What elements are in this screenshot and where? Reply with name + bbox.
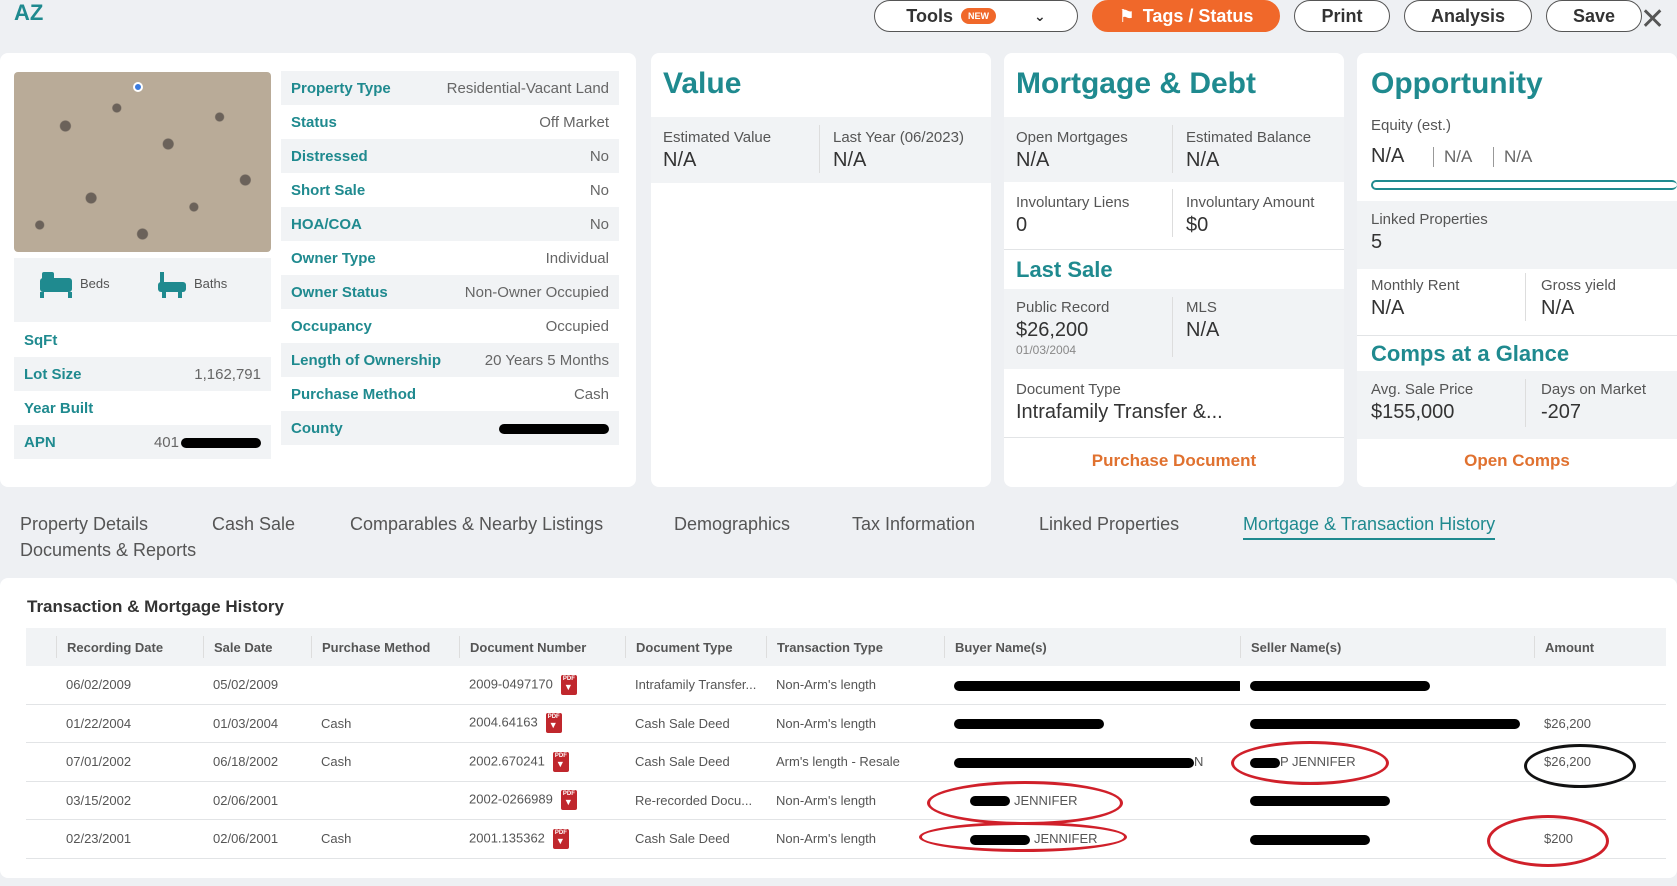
beds-baths-box: Beds Baths [14, 258, 271, 322]
right-row: Distressed No [281, 139, 619, 173]
redaction-mark [954, 719, 1104, 730]
baths-label: Baths [194, 276, 228, 291]
table-header: Recording Date Sale Date Purchase Method… [26, 628, 1666, 666]
right-row: Owner Type Individual [291, 249, 609, 267]
pdf-icon[interactable]: PDF [552, 828, 569, 849]
tab-cash-sale[interactable]: Cash Sale [212, 514, 295, 535]
chevron-down-icon: ⌄ [1033, 7, 1046, 24]
redaction-mark [954, 680, 1240, 691]
tags-status-button[interactable]: ⚑ Tags / Status [1092, 0, 1280, 32]
tab-tax-information[interactable]: Tax Information [852, 514, 975, 535]
redaction-mark [499, 423, 609, 434]
annotation-circle [927, 781, 1123, 825]
table-row[interactable]: 02/23/2001 02/06/2001 Cash 2001.135362 PD… [26, 820, 1666, 859]
right-row: County [281, 411, 619, 445]
tab-demographics[interactable]: Demographics [674, 514, 790, 535]
redaction-mark [1250, 796, 1390, 807]
right-row: Status Off Market [291, 113, 609, 131]
tab-documents-reports[interactable]: Documents & Reports [20, 540, 196, 561]
opportunity-title: Opportunity [1371, 67, 1543, 100]
right-row: Owner Status Non-Owner Occupied [281, 275, 619, 309]
equity-progress-bar [1371, 180, 1677, 190]
table-row[interactable]: 01/22/2004 01/03/2004 Cash 2004.64163 PDF… [26, 705, 1666, 743]
tags-status-label: Tags / Status [1142, 5, 1254, 26]
redaction-mark [954, 757, 1194, 768]
property-right-list: Property Type Residential-Vacant Land Sta… [281, 71, 619, 445]
pdf-icon[interactable]: PDF [545, 713, 562, 734]
mortgage-debt-card: Mortgage & Debt Open Mortgages N/A Estim… [1004, 53, 1344, 487]
left-row: APN 401 [14, 425, 271, 459]
history-table: Recording Date Sale Date Purchase Method… [26, 628, 1666, 859]
tools-label: Tools [906, 5, 953, 26]
redaction-mark [1250, 680, 1430, 691]
close-icon[interactable]: ✕ [1640, 2, 1665, 37]
redaction-mark [1250, 834, 1370, 845]
state-label: AZ [14, 0, 44, 25]
pdf-icon[interactable]: PDF [560, 790, 577, 811]
right-row: HOA/COA No [281, 207, 619, 241]
left-row: Year Built [24, 399, 94, 417]
tab-linked-properties[interactable]: Linked Properties [1039, 514, 1179, 535]
right-row: Property Type Residential-Vacant Land [281, 71, 619, 105]
new-badge: NEW [960, 8, 996, 24]
comps-title: Comps at a Glance [1371, 341, 1570, 366]
redaction-mark [181, 437, 261, 448]
bed-icon [38, 270, 74, 298]
save-button[interactable]: Save [1546, 0, 1642, 32]
redaction-mark [1250, 719, 1520, 730]
tools-dropdown[interactable]: Tools NEW ⌄ [874, 0, 1078, 32]
right-row: Purchase Method Cash [291, 385, 609, 403]
mortgage-title: Mortgage & Debt [1016, 67, 1256, 100]
history-title: Transaction & Mortgage History [27, 597, 284, 616]
right-row: Length of Ownership 20 Years 5 Months [281, 343, 619, 377]
table-row[interactable]: 06/02/2009 05/02/2009 2009-0497170PDF In… [26, 666, 1666, 705]
opportunity-card: Opportunity Equity (est.) N/A N/A N/A Li… [1357, 53, 1677, 487]
beds-label: Beds [80, 276, 110, 291]
bath-icon [156, 270, 188, 298]
open-comps-link[interactable]: Open Comps [1357, 451, 1677, 471]
right-row: Occupancy Occupied [291, 317, 609, 335]
last-sale-title: Last Sale [1016, 257, 1113, 282]
tab-property-details[interactable]: Property Details [20, 514, 148, 535]
map-pin-icon [133, 82, 143, 92]
tab-comparables[interactable]: Comparables & Nearby Listings [350, 514, 603, 535]
print-button[interactable]: Print [1294, 0, 1390, 32]
value-title: Value [663, 67, 742, 100]
tab-mortgage-transaction-history[interactable]: Mortgage & Transaction History [1243, 514, 1496, 540]
table-row[interactable]: 03/15/2002 02/06/2001 2002-0266989PDF Re… [26, 782, 1666, 820]
analysis-button[interactable]: Analysis [1404, 0, 1532, 32]
value-stats: Estimated Value N/A Last Year (06/2023) … [651, 117, 991, 183]
satellite-map[interactable] [14, 72, 271, 252]
document-type-value: Intrafamily Transfer &... [1016, 401, 1223, 423]
left-row: Lot Size 1,162,791 [14, 357, 271, 391]
purchase-document-link[interactable]: Purchase Document [1004, 451, 1344, 471]
annotation-circle [1231, 741, 1389, 785]
property-left-list: SqFt Lot Size 1,162,791 Year Built APN 401 [14, 323, 271, 459]
table-row[interactable]: 07/01/2002 06/18/2002 Cash 2002.670241 PD… [26, 743, 1666, 782]
pdf-icon[interactable]: PDF [560, 674, 577, 695]
annotation-circle [919, 822, 1127, 852]
tag-icon: ⚑ [1118, 5, 1135, 26]
right-row: Short Sale No [291, 181, 609, 199]
pdf-icon[interactable]: PDF [552, 751, 569, 772]
annotation-circle [1487, 815, 1609, 867]
value-card: Value Estimated Value N/A Last Year (06/… [651, 53, 991, 487]
annotation-circle [1524, 744, 1636, 788]
left-row: SqFt [24, 331, 58, 349]
